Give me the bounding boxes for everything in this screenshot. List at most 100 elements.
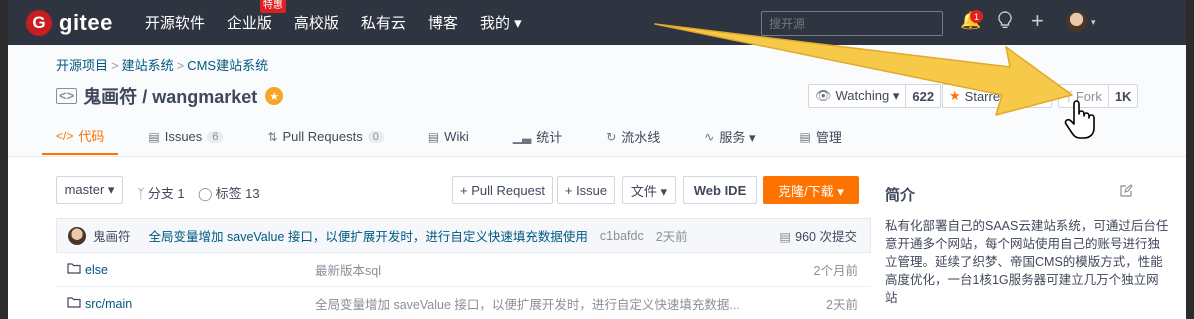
repo-title: <> 鬼画符 / wangmarket ★ bbox=[56, 83, 284, 109]
folder-icon bbox=[67, 262, 81, 277]
branches-link[interactable]: ᛉ 分支 1 bbox=[137, 183, 185, 202]
fork-icon: ᛉ bbox=[1065, 88, 1073, 104]
folder-icon-svg bbox=[67, 297, 81, 308]
branch-select[interactable]: master ▾ bbox=[56, 176, 123, 204]
plus-icon[interactable]: + bbox=[1031, 8, 1044, 34]
pipeline-icon: ↻ bbox=[606, 129, 617, 144]
star-label: ★ Starred bbox=[943, 85, 1013, 107]
web-ide-button[interactable]: Web IDE bbox=[683, 176, 757, 204]
latest-commit-bar: 鬼画符 全局变量增加 saveValue 接口，以便扩展开发时，进行自定义快速填… bbox=[56, 218, 871, 253]
tags-link[interactable]: ◯ 标签 13 bbox=[198, 183, 260, 202]
eye-icon: 👁 bbox=[815, 88, 832, 103]
gitee-logo[interactable]: G gitee bbox=[26, 9, 113, 36]
nav-link-blog[interactable]: 博客 bbox=[428, 12, 458, 33]
pulse-icon: ∿ bbox=[704, 129, 715, 144]
recommended-badge-icon: ★ bbox=[265, 87, 284, 105]
edit-icon[interactable] bbox=[1120, 184, 1133, 200]
commit-count-link[interactable]: ▤ 960 次提交 bbox=[779, 226, 857, 245]
fork-label: ᛉ Fork bbox=[1059, 85, 1109, 107]
wiki-icon: ▤ bbox=[427, 129, 440, 144]
commit-author[interactable]: 鬼画符 bbox=[93, 226, 131, 245]
tab-stats-label: 统计 bbox=[536, 130, 563, 145]
file-row: else 最新版本sql 2个月前 bbox=[56, 253, 871, 287]
commit-count: 960 次提交 bbox=[795, 230, 857, 244]
nav-link-private-cloud[interactable]: 私有云 bbox=[361, 12, 406, 33]
tab-issues[interactable]: ▤ Issues 6 bbox=[148, 126, 224, 155]
tab-pipeline[interactable]: ↻ 流水线 bbox=[606, 126, 660, 155]
star-icon: ★ bbox=[949, 88, 961, 103]
nav-link-mine[interactable]: 我的 ▾ bbox=[480, 12, 522, 33]
user-avatar[interactable] bbox=[1066, 11, 1087, 32]
settings-icon: ▤ bbox=[799, 129, 811, 144]
watch-label-text: Watching ▾ bbox=[835, 88, 900, 103]
watch-label: 👁 Watching ▾ bbox=[809, 85, 907, 107]
tab-services[interactable]: ∿ 服务 ▾ bbox=[704, 126, 755, 155]
commit-time: 2天前 bbox=[655, 230, 688, 244]
tab-stats[interactable]: ▁▃ 统计 bbox=[513, 126, 562, 155]
folder-icon bbox=[67, 296, 81, 311]
tab-wiki-label: Wiki bbox=[444, 129, 469, 144]
watch-count: 622 bbox=[912, 88, 935, 104]
file-name[interactable]: else bbox=[85, 263, 315, 277]
star-label-text: Starred bbox=[964, 88, 1008, 104]
tab-admin[interactable]: ▤ 管理 bbox=[799, 126, 841, 155]
tab-code-label: 代码 bbox=[78, 129, 105, 144]
branch-icon: ᛉ bbox=[137, 186, 145, 201]
issues-count: 6 bbox=[207, 130, 224, 143]
edit-icon-svg bbox=[1120, 184, 1133, 197]
file-commit-message[interactable]: 最新版本sql bbox=[315, 260, 775, 279]
file-menu-button[interactable]: 文件 ▾ bbox=[622, 176, 676, 204]
file-row: src/main 全局变量增加 saveValue 接口，以便扩展开发时，进行自… bbox=[56, 287, 871, 319]
repo-header: 开源项目 > 建站系统 > CMS建站系统 <> 鬼画符 / wangmarket ★ … bbox=[8, 45, 1186, 157]
file-name[interactable]: src/main bbox=[85, 297, 315, 311]
nav-link-enterprise-label: 企业版 bbox=[226, 15, 272, 32]
commit-message[interactable]: 全局变量增加 saveValue 接口，以便扩展开发时，进行自定义快速填充数据使… bbox=[149, 226, 588, 245]
logo-text: gitee bbox=[59, 9, 113, 35]
repo-tabs: </> 代码 ▤ Issues 6 ⇅ Pull Requests 0 ▤ Wiki ▁▃ 统… bbox=[42, 126, 886, 155]
clone-download-button[interactable]: 克隆/下载 ▾ bbox=[763, 176, 859, 204]
code-icon: </> bbox=[56, 128, 74, 143]
branches-label: 分支 1 bbox=[147, 186, 185, 201]
tab-pull-requests-label: Pull Requests bbox=[282, 129, 363, 144]
tab-issues-label: Issues bbox=[164, 129, 203, 144]
nav-link-opensource[interactable]: 开源软件 bbox=[145, 12, 205, 33]
breadcrumb-item[interactable]: CMS建站系统 bbox=[187, 58, 268, 73]
notification-badge: 1 bbox=[970, 10, 983, 23]
breadcrumb: 开源项目 > 建站系统 > CMS建站系统 bbox=[56, 55, 268, 74]
search-input[interactable] bbox=[761, 11, 943, 36]
nav-links: 开源软件 企业版 特惠 高校版 私有云 博客 我的 ▾ bbox=[145, 0, 544, 33]
tags-label: 标签 13 bbox=[215, 186, 260, 201]
new-issue-button[interactable]: + Issue bbox=[557, 176, 615, 204]
fork-label-text: Fork bbox=[1075, 88, 1102, 104]
pull-requests-count: 0 bbox=[367, 130, 384, 143]
repo-description: 私有化部署自己的SAAS云建站系统，可通过后台任意开通多个网站，每个网站使用自己… bbox=[885, 219, 1169, 305]
nav-link-education[interactable]: 高校版 bbox=[294, 12, 339, 33]
watch-button[interactable]: 👁 Watching ▾ 622 bbox=[808, 84, 942, 108]
chevron-down-icon[interactable]: ▾ bbox=[1091, 17, 1096, 28]
commits-icon: ▤ bbox=[779, 230, 792, 244]
issues-icon: ▤ bbox=[148, 129, 160, 144]
tab-pipeline-label: 流水线 bbox=[621, 130, 661, 145]
top-nav: G gitee 开源软件 企业版 特惠 高校版 私有云 博客 我的 ▾ 🔔 1 … bbox=[8, 0, 1186, 45]
fork-button[interactable]: ᛉ Fork 1K bbox=[1058, 84, 1139, 108]
lightbulb-icon[interactable] bbox=[998, 11, 1012, 34]
tab-services-label: 服务 ▾ bbox=[719, 130, 756, 145]
tab-admin-label: 管理 bbox=[815, 130, 842, 145]
file-commit-message[interactable]: 全局变量增加 saveValue 接口，以便扩展开发时，进行自定义快速填充数据.… bbox=[315, 294, 775, 313]
tab-wiki[interactable]: ▤ Wiki bbox=[428, 126, 469, 155]
commit-author-avatar[interactable] bbox=[68, 226, 86, 245]
nav-link-enterprise[interactable]: 企业版 特惠 bbox=[226, 0, 286, 33]
repo-name[interactable]: 鬼画符 / wangmarket bbox=[83, 83, 257, 109]
star-button[interactable]: ★ Starred bbox=[942, 84, 1052, 108]
breadcrumb-item[interactable]: 开源项目 bbox=[56, 58, 108, 73]
breadcrumb-item[interactable]: 建站系统 bbox=[122, 58, 174, 73]
tab-code[interactable]: </> 代码 bbox=[42, 126, 119, 155]
tab-pull-requests[interactable]: ⇅ Pull Requests 0 bbox=[267, 126, 384, 155]
file-time: 2天前 bbox=[826, 298, 858, 312]
breadcrumb-separator: > bbox=[176, 58, 185, 73]
pull-request-icon: ⇅ bbox=[267, 129, 278, 144]
lightbulb-icon-svg bbox=[998, 11, 1012, 28]
browser-page: G gitee 开源软件 企业版 特惠 高校版 私有云 博客 我的 ▾ 🔔 1 … bbox=[8, 0, 1186, 319]
new-pull-request-button[interactable]: + Pull Request bbox=[452, 176, 553, 204]
commit-hash[interactable]: c1bafdc bbox=[600, 229, 644, 243]
